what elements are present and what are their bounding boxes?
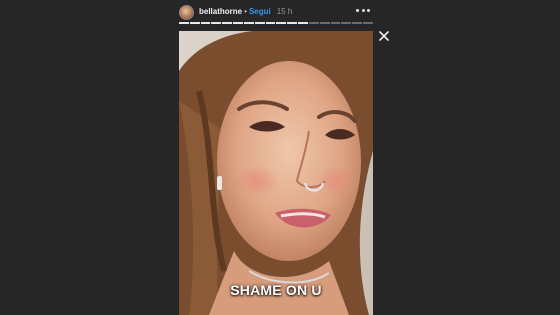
more-dot [361, 8, 365, 12]
progress-segment-fill [265, 22, 276, 24]
progress-segment-fill [189, 22, 200, 24]
story-caption: SHAME ON U [230, 282, 322, 298]
story-header: bellathorne • Segui 15 h [179, 2, 373, 22]
progress-segment [233, 22, 243, 24]
avatar[interactable] [179, 4, 194, 20]
progress-segment [341, 22, 352, 24]
story-viewer: bellathorne • Segui 15 h SHAME ON U [0, 0, 560, 315]
progress-segment [243, 22, 254, 24]
progress-segment [276, 22, 287, 24]
close-icon[interactable] [378, 29, 390, 41]
progress-segment [352, 22, 363, 24]
progress-segment-fill [276, 22, 287, 24]
progress-segment-fill [222, 22, 233, 24]
separator-dot: • [244, 7, 247, 16]
username-link[interactable]: bellathorne [199, 7, 242, 17]
progress-segment [254, 22, 265, 24]
story-meta: bellathorne • Segui 15 h [199, 7, 292, 17]
progress-segment-fill [254, 22, 265, 24]
progress-segment [222, 22, 233, 24]
story-timestamp: 15 h [276, 7, 293, 16]
progress-segment [179, 22, 189, 24]
more-dot [367, 8, 370, 12]
more-options-icon[interactable] [356, 5, 370, 15]
progress-segment [200, 22, 211, 24]
progress-segment [330, 22, 341, 24]
progress-segment [211, 22, 222, 24]
progress-segment-fill [200, 22, 211, 24]
progress-segment [298, 22, 308, 24]
progress-segment [319, 22, 330, 24]
progress-segment-fill [179, 22, 189, 24]
story-progress-bar [179, 22, 373, 24]
story-media[interactable]: SHAME ON U [179, 31, 373, 315]
progress-segment-fill [298, 22, 308, 24]
follow-button[interactable]: Segui [249, 7, 271, 17]
progress-segment [308, 22, 319, 24]
progress-segment [189, 22, 200, 24]
progress-segment-fill [287, 22, 298, 24]
progress-segment [265, 22, 276, 24]
progress-segment-fill [233, 22, 243, 24]
more-dot [356, 8, 359, 12]
progress-segment [363, 22, 373, 24]
progress-segment-fill [243, 22, 254, 24]
progress-segment-fill [211, 22, 222, 24]
progress-segment [287, 22, 298, 24]
story-photo [179, 31, 373, 315]
